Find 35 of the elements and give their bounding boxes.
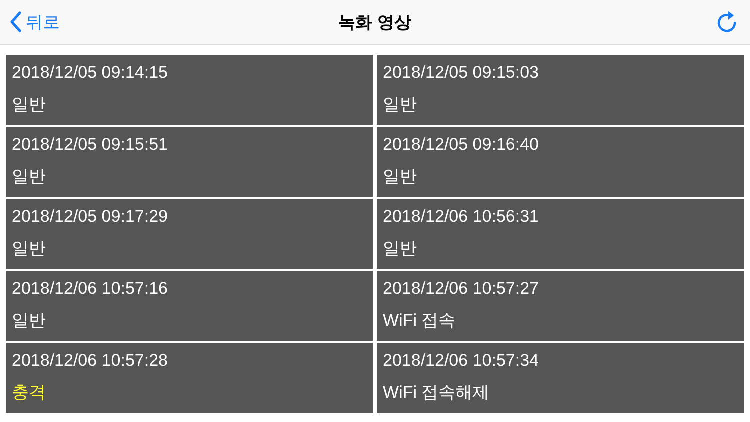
clip-timestamp: 2018/12/06 10:57:27 [383,280,540,298]
event-type-label: WiFi 접속해제 [383,383,491,403]
clip-timestamp: 2018/12/06 10:56:31 [383,208,540,226]
screen-title: 녹화 영상 [338,12,412,32]
event-type-label: 일반 [12,95,47,115]
clip-timestamp: 2018/12/05 09:15:03 [383,64,540,82]
clip-card[interactable]: 2018/12/05 09:16:40 일반 [377,127,744,197]
back-button[interactable]: 뒤로 [10,10,60,34]
clip-card[interactable]: 2018/12/06 10:56:31 일반 [377,199,744,269]
event-type-label: 일반 [12,239,47,259]
refresh-icon [716,10,738,34]
clip-card[interactable]: 2018/12/06 10:57:34 WiFi 접속해제 [377,343,744,413]
event-type-label: 일반 [383,239,418,259]
clip-timestamp: 2018/12/05 09:15:51 [12,136,169,154]
event-type-label: 일반 [383,95,418,115]
clip-card[interactable]: 2018/12/05 09:14:15 일반 [6,55,373,125]
clip-card[interactable]: 2018/12/06 10:57:27 WiFi 접속 [377,271,744,341]
clip-timestamp: 2018/12/06 10:57:34 [383,352,540,370]
clip-timestamp: 2018/12/05 09:17:29 [12,208,169,226]
event-type-label: 충격 [12,383,47,403]
chevron-left-icon [10,11,22,33]
event-type-label: 일반 [12,311,47,331]
event-type-label: WiFi 접속 [383,311,457,331]
refresh-button[interactable] [716,10,738,34]
clip-timestamp: 2018/12/05 09:14:15 [12,64,169,82]
event-type-label: 일반 [12,167,47,187]
clip-card[interactable]: 2018/12/05 09:17:29 일반 [6,199,373,269]
clip-card[interactable]: 2018/12/05 09:15:03 일반 [377,55,744,125]
clip-card[interactable]: 2018/12/06 10:57:16 일반 [6,271,373,341]
event-type-label: 일반 [383,167,418,187]
clip-card[interactable]: 2018/12/05 09:15:51 일반 [6,127,373,197]
clip-timestamp: 2018/12/06 10:57:16 [12,280,169,298]
clip-timestamp: 2018/12/06 10:57:28 [12,352,169,370]
clip-card[interactable]: 2018/12/06 10:57:28 충격 [6,343,373,413]
clip-timestamp: 2018/12/05 09:16:40 [383,136,540,154]
